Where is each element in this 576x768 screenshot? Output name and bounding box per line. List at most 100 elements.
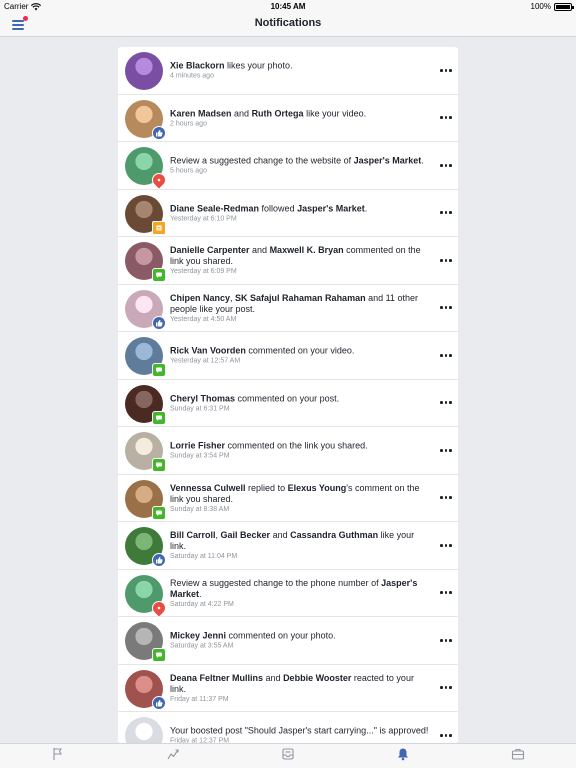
like-badge-icon	[152, 315, 166, 330]
avatar-container	[125, 242, 166, 282]
notification-actor[interactable]: Gail Becker	[221, 530, 271, 540]
avatar-container	[125, 194, 166, 235]
notification-actor[interactable]: Mickey Jenni	[170, 631, 226, 641]
notification-message-text: and	[270, 530, 291, 541]
notification-actor[interactable]: Lorrie Fisher	[170, 441, 225, 451]
notification-text: Bill Carroll, Gail Becker and Cassandra …	[170, 530, 432, 560]
notification-item[interactable]: Mickey Jenni commented on your photo. Sat…	[118, 617, 458, 665]
more-options-icon[interactable]	[440, 209, 452, 217]
more-options-icon[interactable]	[440, 731, 452, 739]
notification-item[interactable]: Deana Feltner Mullins and Debbie Wooster…	[118, 665, 458, 712]
avatar-container	[125, 622, 166, 662]
notification-item[interactable]: Rick Van Voorden commented on your video…	[118, 332, 458, 380]
notification-item[interactable]: Vennessa Culwell replied to Elexus Young…	[118, 475, 458, 522]
comment-badge-icon	[152, 363, 166, 377]
notification-message: Bill Carroll, Gail Becker and Cassandra …	[170, 530, 432, 552]
notification-item[interactable]: Review a suggested change to the website…	[118, 142, 458, 190]
more-options-icon[interactable]	[440, 446, 452, 454]
avatar-container	[125, 52, 163, 90]
avatar-container	[125, 669, 166, 710]
notification-message-text: .	[421, 155, 424, 166]
notification-actor[interactable]: Xie Blackorn	[170, 61, 225, 71]
notification-actor[interactable]: Karen Madsen	[170, 108, 232, 118]
notification-message-text: .	[199, 588, 202, 599]
tab-insights[interactable]	[163, 748, 183, 764]
briefcase-icon	[511, 747, 525, 766]
notification-text: Diane Seale-Redman followed Jasper's Mar…	[170, 203, 432, 222]
notification-actor[interactable]: Jasper's Market	[297, 203, 365, 213]
notification-text: Mickey Jenni commented on your photo. Sat…	[170, 631, 432, 650]
notification-item[interactable]: Your boosted post "Should Jasper's start…	[118, 712, 458, 743]
more-options-icon[interactable]	[440, 684, 452, 692]
notification-actor[interactable]: Ruth Ortega	[252, 108, 304, 118]
notification-time: Friday at 11:37 PM	[170, 695, 229, 703]
notification-actor[interactable]: Deana Feltner Mullins	[170, 673, 263, 683]
notification-actor[interactable]: Diane Seale-Redman	[170, 203, 259, 213]
notification-item[interactable]: Xie Blackorn likes your photo. 4 minutes …	[118, 47, 458, 95]
avatar-container	[125, 574, 169, 618]
more-options-icon[interactable]	[440, 636, 452, 644]
notification-text: Review a suggested change to the website…	[170, 156, 432, 175]
notification-time: Saturday at 3:55 AM	[170, 642, 234, 650]
tab-bar	[0, 743, 576, 768]
avatar-container	[125, 432, 166, 472]
more-options-icon[interactable]	[440, 161, 452, 169]
more-options-icon[interactable]	[440, 494, 452, 502]
notification-actor[interactable]: Maxwell K. Bryan	[270, 245, 344, 255]
inbox-icon	[281, 747, 295, 766]
notification-actor[interactable]: Chipen Nancy	[170, 293, 230, 303]
notification-item[interactable]: Karen Madsen and Ruth Ortega like your v…	[118, 95, 458, 142]
notification-actor[interactable]: SK Safajul Rahaman Rahaman	[235, 293, 366, 303]
notification-message-text: like your video.	[303, 108, 367, 119]
notification-item[interactable]: Danielle Carpenter and Maxwell K. Bryan …	[118, 237, 458, 285]
notification-actor[interactable]: Debbie Wooster	[283, 673, 351, 683]
notification-text: Chipen Nancy, SK Safajul Rahaman Rahaman…	[170, 293, 432, 323]
notification-message-text: followed	[259, 203, 298, 214]
more-options-icon[interactable]	[440, 351, 452, 359]
tab-briefcase[interactable]	[508, 748, 528, 764]
notification-actor[interactable]: Bill Carroll	[170, 530, 216, 540]
more-options-icon[interactable]	[440, 256, 452, 264]
follow-badge-icon	[152, 220, 166, 235]
comment-badge-icon	[152, 505, 166, 520]
tab-inbox[interactable]	[278, 747, 298, 766]
notification-item[interactable]: Cheryl Thomas commented on your post. Sun…	[118, 380, 458, 427]
avatar	[125, 717, 163, 743]
avatar-container	[125, 337, 166, 377]
avatar-container	[125, 717, 163, 743]
notification-message: Deana Feltner Mullins and Debbie Wooster…	[170, 673, 432, 695]
notification-message-text: commented on your photo.	[226, 630, 336, 641]
more-options-icon[interactable]	[440, 399, 452, 407]
tab-bell[interactable]	[393, 748, 413, 764]
notification-message: Review a suggested change to the website…	[170, 156, 432, 167]
notification-actor[interactable]: Elexus Young	[288, 483, 347, 493]
notification-actor[interactable]: Cassandra Guthman	[290, 530, 378, 540]
clock: 10:45 AM	[270, 2, 306, 11]
notification-item[interactable]: Bill Carroll, Gail Becker and Cassandra …	[118, 522, 458, 570]
notification-actor[interactable]: Jasper's Market	[354, 156, 422, 166]
notification-message-text: Your boosted post "Should Jasper's start…	[170, 725, 429, 736]
notification-actor[interactable]: Rick Van Voorden	[170, 346, 246, 356]
navigation-bar: Notifications	[0, 13, 576, 37]
like-badge-icon	[152, 553, 166, 567]
notification-item[interactable]: Lorrie Fisher commented on the link you …	[118, 427, 458, 475]
more-options-icon[interactable]	[440, 589, 452, 597]
avatar-container	[125, 147, 169, 190]
notification-time: 2 hours ago	[170, 120, 207, 128]
notification-actor[interactable]: Danielle Carpenter	[170, 245, 250, 255]
notification-time: Saturday at 4:22 PM	[170, 600, 234, 608]
more-options-icon[interactable]	[440, 304, 452, 312]
notification-text: Review a suggested change to the phone n…	[170, 578, 432, 608]
tab-flag[interactable]	[48, 747, 68, 764]
notification-item[interactable]: Chipen Nancy, SK Safajul Rahaman Rahaman…	[118, 285, 458, 332]
notification-actor[interactable]: Vennessa Culwell	[170, 483, 246, 493]
status-bar: Carrier 10:45 AM 100%	[0, 0, 576, 13]
notification-actor[interactable]: Cheryl Thomas	[170, 393, 235, 403]
more-options-icon[interactable]	[440, 541, 452, 549]
more-options-icon[interactable]	[440, 114, 452, 122]
notification-item[interactable]: Review a suggested change to the phone n…	[118, 570, 458, 618]
more-options-icon[interactable]	[440, 66, 452, 74]
notification-message-text: and	[231, 108, 252, 119]
notification-item[interactable]: Diane Seale-Redman followed Jasper's Mar…	[118, 190, 458, 237]
comment-badge-icon	[152, 410, 166, 425]
